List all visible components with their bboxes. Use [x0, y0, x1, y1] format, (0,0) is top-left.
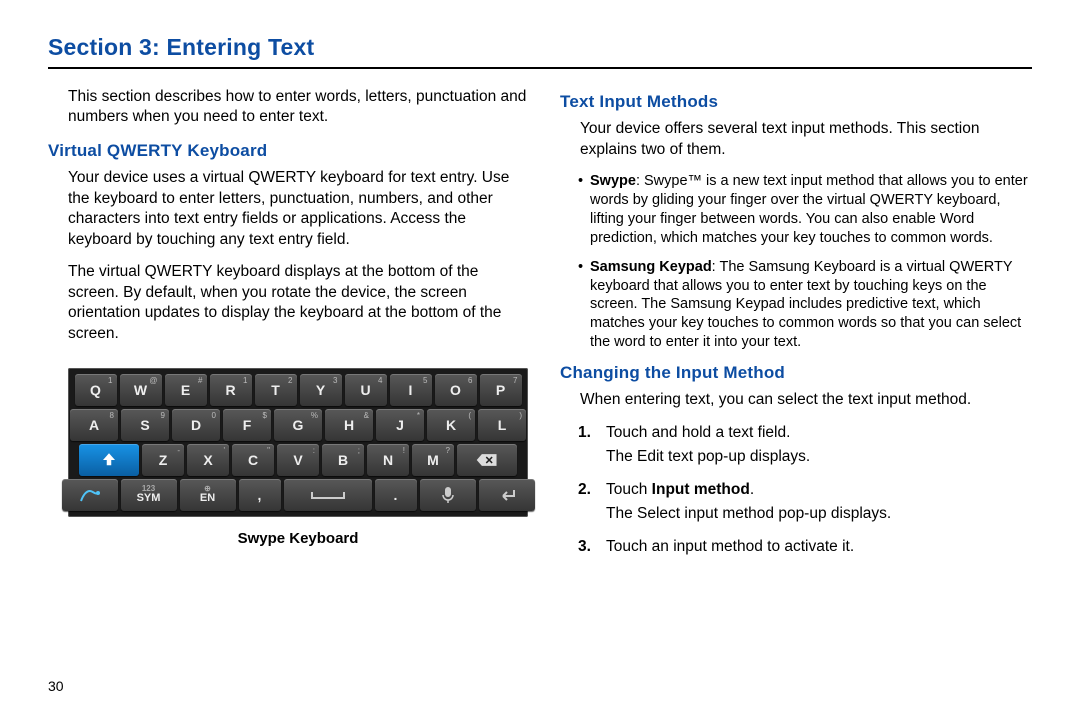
heading-text-input-methods: Text Input Methods — [560, 91, 1032, 113]
shift-key — [79, 444, 139, 476]
two-column-layout: This section describes how to enter word… — [48, 87, 1032, 569]
left-column: This section describes how to enter word… — [48, 87, 534, 569]
key-,: , — [239, 479, 281, 511]
enter-key-icon — [479, 479, 535, 511]
swype-keyboard-image: Q1W@E#R1T2Y3U4I5O6P7 A8S9D0F$G%H&J*K(L) … — [68, 368, 528, 517]
right-column: Text Input Methods Your device offers se… — [554, 87, 1032, 569]
keyboard-figure: Q1W@E#R1T2Y3U4I5O6P7 A8S9D0F$G%H&J*K(L) … — [68, 368, 528, 549]
swype-key-icon — [62, 479, 118, 511]
step-item: 3.Touch an input method to activate it. — [578, 537, 1032, 557]
key-a: A8 — [70, 409, 118, 441]
key-x: X' — [187, 444, 229, 476]
bullet-item: Samsung Keypad: The Samsung Keyboard is … — [578, 258, 1032, 352]
key-y: Y3 — [300, 374, 342, 406]
kbd-row-3: Z-X'C"V:B;N!M? — [72, 444, 524, 476]
key-z: Z- — [142, 444, 184, 476]
key-i: I5 — [390, 374, 432, 406]
key-j: J* — [376, 409, 424, 441]
backspace-key — [457, 444, 517, 476]
key-.: . — [375, 479, 417, 511]
changing-intro: When entering text, you can select the t… — [580, 390, 1032, 410]
methods-intro: Your device offers several text input me… — [580, 119, 1032, 160]
methods-bullets: Swype: Swype™ is a new text input method… — [578, 172, 1032, 352]
heading-virtual-qwerty: Virtual QWERTY Keyboard — [48, 140, 528, 162]
mic-key-icon — [420, 479, 476, 511]
key-q: Q1 — [75, 374, 117, 406]
intro-text: This section describes how to enter word… — [68, 87, 528, 128]
kbd-row-2: A8S9D0F$G%H&J*K(L) — [72, 409, 524, 441]
qwerty-para-2: The virtual QWERTY keyboard displays at … — [68, 262, 528, 344]
key-t: T2 — [255, 374, 297, 406]
key-p: P7 — [480, 374, 522, 406]
key-r: R1 — [210, 374, 252, 406]
key-l: L) — [478, 409, 526, 441]
sym-key: 123SYM — [121, 479, 177, 511]
section-title: Section 3: Entering Text — [48, 34, 1032, 69]
qwerty-para-1: Your device uses a virtual QWERTY keyboa… — [68, 168, 528, 250]
key-f: F$ — [223, 409, 271, 441]
key-m: M? — [412, 444, 454, 476]
key-g: G% — [274, 409, 322, 441]
key-e: E# — [165, 374, 207, 406]
bullet-item: Swype: Swype™ is a new text input method… — [578, 172, 1032, 247]
manual-page: Section 3: Entering Text This section de… — [0, 0, 1080, 720]
key-k: K( — [427, 409, 475, 441]
heading-changing-input: Changing the Input Method — [560, 362, 1032, 384]
changing-steps: 1.Touch and hold a text field.The Edit t… — [578, 423, 1032, 557]
key-c: C" — [232, 444, 274, 476]
key-h: H& — [325, 409, 373, 441]
key-s: S9 — [121, 409, 169, 441]
key-u: U4 — [345, 374, 387, 406]
key-d: D0 — [172, 409, 220, 441]
key-n: N! — [367, 444, 409, 476]
step-item: 1.Touch and hold a text field.The Edit t… — [578, 423, 1032, 468]
page-number: 30 — [48, 678, 64, 694]
language-key: ⊕EN — [180, 479, 236, 511]
keyboard-caption: Swype Keyboard — [68, 529, 528, 549]
kbd-row-1: Q1W@E#R1T2Y3U4I5O6P7 — [72, 374, 524, 406]
key-b: B; — [322, 444, 364, 476]
key-o: O6 — [435, 374, 477, 406]
key-w: W@ — [120, 374, 162, 406]
space-key — [284, 479, 372, 511]
kbd-row-4: 123SYM⊕EN,. — [72, 479, 524, 511]
step-item: 2.Touch Input method.The Select input me… — [578, 480, 1032, 525]
key-v: V: — [277, 444, 319, 476]
